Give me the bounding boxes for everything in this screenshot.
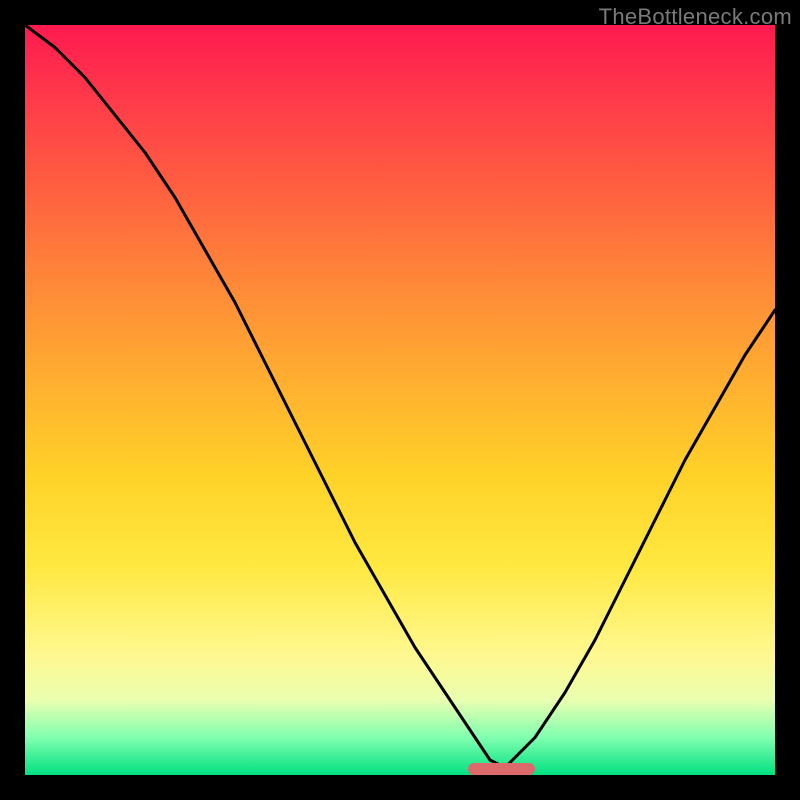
chart-frame: TheBottleneck.com — [0, 0, 800, 800]
watermark-text: TheBottleneck.com — [599, 4, 792, 30]
plot-area — [25, 25, 775, 775]
optimal-range-marker — [468, 763, 536, 775]
